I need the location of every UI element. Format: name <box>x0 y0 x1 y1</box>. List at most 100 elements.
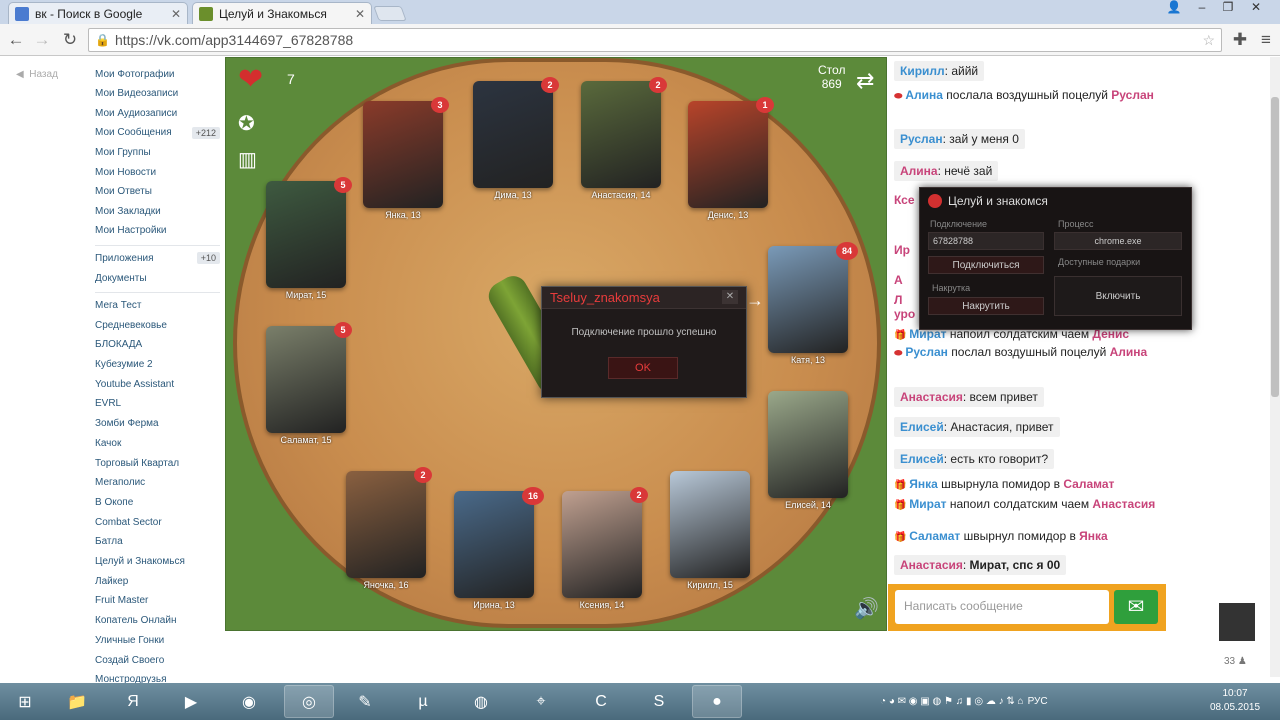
sidebar-app-link[interactable]: Мегаполис <box>95 474 220 492</box>
maximize-icon[interactable]: ❐ <box>1214 0 1242 18</box>
skype-icon[interactable]: S <box>634 685 684 718</box>
user-icon[interactable]: 👤 <box>1160 0 1188 18</box>
connect-button[interactable]: Подключиться <box>928 256 1044 274</box>
sidebar-app-link[interactable]: EVRL <box>95 395 220 413</box>
language-indicator[interactable]: РУС <box>1028 696 1048 707</box>
new-tab-button[interactable] <box>373 6 407 21</box>
sidebar-item[interactable]: Мои Фотографии <box>95 65 220 83</box>
achievement-icon[interactable]: ✪ <box>238 106 257 142</box>
sidebar-app-link[interactable]: Создай Своего <box>95 651 220 669</box>
close-window-icon[interactable]: ✕ <box>1242 0 1270 18</box>
sidebar-item[interactable]: Мои Группы <box>95 143 220 161</box>
disc-icon[interactable]: ◍ <box>456 685 506 718</box>
dialog-close-icon[interactable]: ✕ <box>722 290 738 304</box>
chat-actor[interactable]: Алина <box>905 88 943 102</box>
clock[interactable]: 10:07 08.05.2015 <box>1210 687 1260 715</box>
player-card[interactable] <box>768 391 848 498</box>
csgo-icon[interactable]: ⌖ <box>516 685 566 718</box>
utorrent-icon[interactable]: µ <box>398 685 448 718</box>
sidebar-item[interactable]: Мои Сообщения +212 <box>95 124 220 142</box>
player-card[interactable] <box>562 491 642 598</box>
connection-field[interactable]: 67828788 <box>928 232 1044 250</box>
sidebar-item[interactable]: Мои Аудиозаписи <box>95 104 220 122</box>
process-field[interactable]: chrome.exe <box>1054 232 1182 250</box>
sidebar-item[interactable]: Приложения +10 <box>95 249 220 267</box>
game-helper-icon[interactable]: ● <box>692 685 742 718</box>
forward-icon[interactable]: → <box>32 30 52 50</box>
sidebar-app-link[interactable]: Зомби Ферма <box>95 415 220 433</box>
chat-actor[interactable]: Янка <box>909 477 938 491</box>
start-icon[interactable]: ⊞ <box>0 685 50 718</box>
editor-icon[interactable]: ✎ <box>340 685 390 718</box>
player-card[interactable] <box>363 101 443 208</box>
extension-icon[interactable]: ✚ <box>1230 30 1250 50</box>
tray-icons[interactable]: ◔ ◕ ✉ ◉ ▣ ◍ ⚑ ♫ ▮ ◎ ☁ ♪ ⇅ ⌂ <box>880 696 1024 707</box>
sidebar-app-link[interactable]: Целуй и Знакомься <box>95 553 220 571</box>
player-card[interactable] <box>266 181 346 288</box>
star-icon[interactable]: ☆ <box>1202 32 1215 49</box>
sidebar-item[interactable]: Мои Закладки <box>95 202 220 220</box>
send-icon[interactable]: ✉ <box>1114 590 1158 624</box>
chat-author[interactable]: Алина <box>900 164 938 178</box>
chat-target[interactable]: Саламат <box>1063 477 1114 491</box>
back-icon[interactable]: ← <box>6 30 26 50</box>
tab-google[interactable]: вк - Поиск в Google ✕ <box>8 2 188 24</box>
sidebar-app-link[interactable]: Копатель Онлайн <box>95 612 220 630</box>
menu-icon[interactable]: ≡ <box>1256 30 1276 50</box>
chat-author[interactable]: Елисей <box>900 452 944 466</box>
close-icon[interactable]: ✕ <box>171 7 181 21</box>
sidebar-app-link[interactable]: Батла <box>95 533 220 551</box>
chat-target[interactable]: Янка <box>1079 529 1108 543</box>
sidebar-app-link[interactable]: Уличные Гонки <box>95 631 220 649</box>
sidebar-app-link[interactable]: Лайкер <box>95 572 220 590</box>
player-card[interactable] <box>454 491 534 598</box>
page-scrollbar[interactable] <box>1270 57 1280 677</box>
sidebar-app-link[interactable]: Средневековье <box>95 316 220 334</box>
reload-icon[interactable]: ↻ <box>60 30 80 50</box>
player-card[interactable] <box>670 471 750 578</box>
player-card[interactable] <box>768 246 848 353</box>
sidebar-app-link[interactable]: Торговый Квартал <box>95 454 220 472</box>
chat-author[interactable]: Елисей <box>900 420 944 434</box>
sidebar-item[interactable]: Мои Видеозаписи <box>95 85 220 103</box>
sidebar-app-link[interactable]: В Окопе <box>95 493 220 511</box>
change-table-icon[interactable]: ⇄ <box>856 68 874 94</box>
chat-author[interactable]: Кирилл <box>900 64 945 78</box>
sidebar-app-link[interactable]: БЛОКАДА <box>95 336 220 354</box>
avatar[interactable] <box>1219 603 1255 641</box>
yandex-icon[interactable]: Я <box>108 685 158 718</box>
sidebar-item[interactable]: Мои Ответы <box>95 183 220 201</box>
player-card[interactable] <box>581 81 661 188</box>
player-card[interactable] <box>473 81 553 188</box>
url-input[interactable]: 🔒 https://vk.com/app3144697_67828788 ☆ <box>88 28 1222 52</box>
close-icon[interactable]: ✕ <box>355 7 365 21</box>
sidebar-app-link[interactable]: Youtube Assistant <box>95 375 220 393</box>
minimize-icon[interactable]: – <box>1188 0 1216 18</box>
camtasia-icon[interactable]: C <box>576 685 626 718</box>
hearts-icon[interactable]: ❤ <box>238 62 263 97</box>
sidebar-item[interactable]: Мои Настройки <box>95 222 220 240</box>
message-input[interactable]: Написать сообщение <box>895 590 1109 624</box>
sidebar-app-link[interactable]: Combat Sector <box>95 513 220 531</box>
stats-icon[interactable]: ▥ <box>238 142 257 178</box>
chat-target[interactable]: Алина <box>1110 345 1148 359</box>
sidebar-app-link[interactable]: Кубезумие 2 <box>95 356 220 374</box>
sidebar-app-link[interactable]: Мега Тест <box>95 296 220 314</box>
chrome-icon[interactable]: ◎ <box>284 685 334 718</box>
chat-author[interactable]: Руслан <box>900 132 943 146</box>
chat-target[interactable]: Руслан <box>1111 88 1154 102</box>
chat-target[interactable]: Анастасия <box>1092 497 1155 511</box>
tab-game[interactable]: Целуй и Знакомься ✕ <box>192 2 372 24</box>
dialog-ok-button[interactable]: OK <box>608 357 678 379</box>
enable-button[interactable]: Включить <box>1054 276 1182 316</box>
media-player-icon[interactable]: ▶ <box>166 685 216 718</box>
sidebar-item[interactable]: Документы <box>95 269 220 287</box>
chat-actor[interactable]: Мират <box>909 497 946 511</box>
back-link[interactable]: ◀ Назад <box>16 69 58 80</box>
chat-author[interactable]: Анастасия <box>900 558 963 572</box>
sidebar-app-link[interactable]: Fruit Master <box>95 592 220 610</box>
sidebar-item[interactable]: Мои Новости <box>95 163 220 181</box>
cheat-button[interactable]: Накрутить <box>928 297 1044 315</box>
player-card[interactable] <box>346 471 426 578</box>
sidebar-app-link[interactable]: Качок <box>95 434 220 452</box>
